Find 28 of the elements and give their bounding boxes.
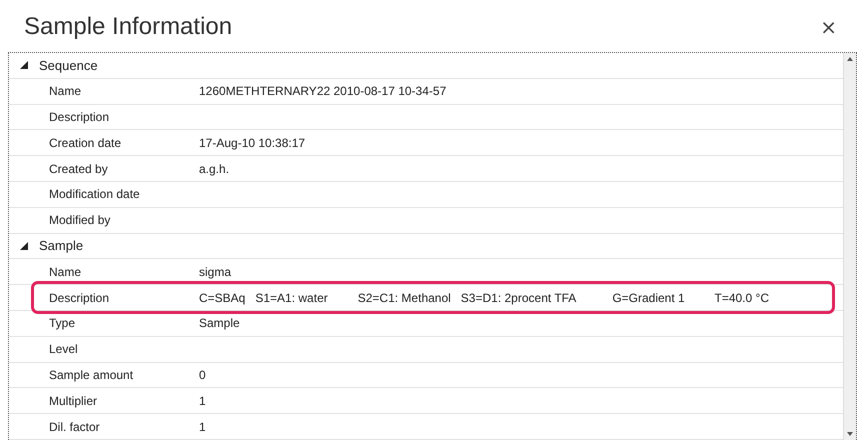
property-name: Multiplier	[49, 394, 98, 408]
property-value: a.g.h.	[199, 162, 230, 176]
property-name: Modified by	[49, 213, 112, 228]
property-value: Sample	[199, 316, 241, 330]
dialog-title: Sample Information	[24, 13, 232, 41]
property-value: 1	[199, 420, 207, 434]
property-name: Description	[49, 290, 110, 305]
group-heading: Sequence	[39, 58, 98, 73]
property-name: Level	[49, 342, 79, 356]
property-name: Description	[49, 110, 110, 124]
property-value: 0	[199, 368, 207, 382]
collapse-triangle-icon[interactable]	[19, 240, 29, 251]
property-value: C=SBAq S1=A1: water S2=C1: Methanol S3=D1: 2procent TFA G=Gradient 1 T=40.0 °C	[199, 290, 770, 305]
property-value: sigma	[199, 264, 232, 279]
close-button[interactable]: ×	[816, 15, 841, 39]
property-name: Creation date	[49, 136, 122, 150]
property-value: 17-Aug-10 10:38:17	[199, 136, 306, 150]
property-value: 1260METHTERNARY22 2010-08-17 10-34-57	[199, 84, 448, 98]
property-name: Dil. factor	[49, 420, 101, 434]
property-value: 1	[199, 394, 207, 408]
property-name: Name	[49, 84, 82, 98]
property-name: Sample amount	[49, 368, 134, 382]
group-heading: Sample	[39, 238, 84, 254]
property-name: Type	[49, 316, 76, 330]
property-name: Created by	[49, 162, 109, 176]
property-name: Modification date	[49, 187, 141, 202]
collapse-triangle-icon[interactable]	[19, 60, 29, 70]
property-name: Name	[49, 264, 82, 279]
